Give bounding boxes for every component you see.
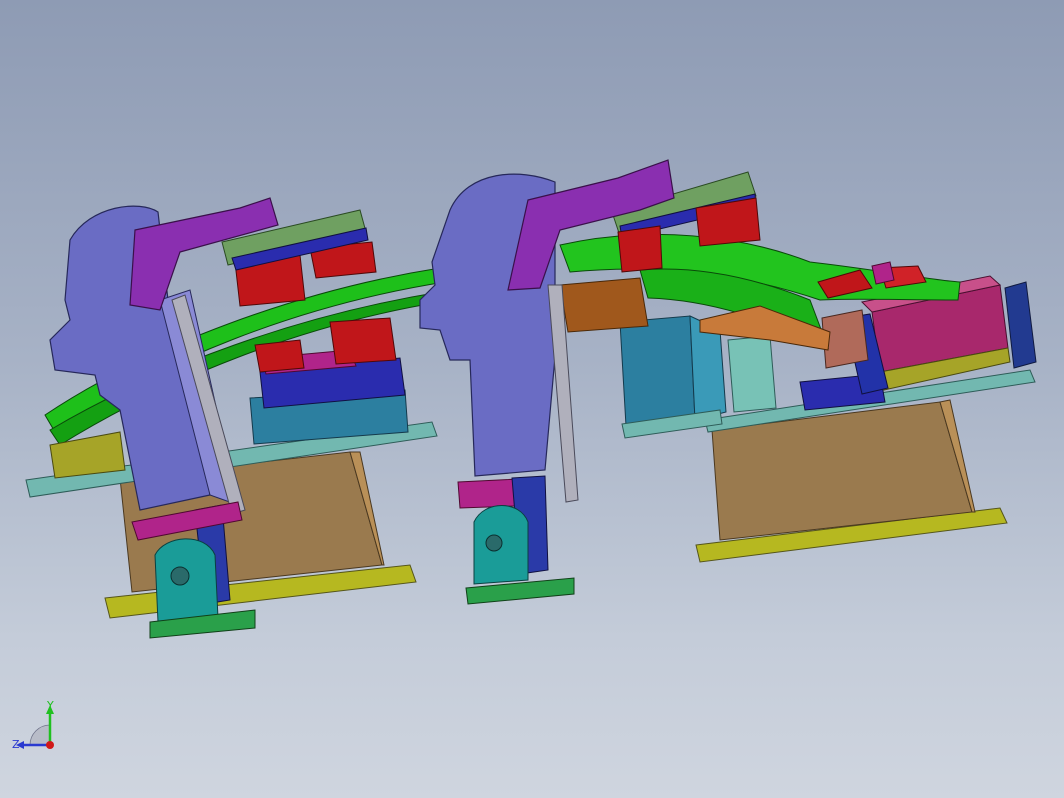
cad-viewport[interactable]: Y Z bbox=[0, 0, 1064, 798]
middle-red-clamp-1 bbox=[617, 225, 663, 273]
right-teal-block bbox=[619, 315, 696, 427]
triad-z-label: Z bbox=[12, 738, 20, 751]
middle-cylinder-hub bbox=[485, 534, 503, 552]
right-lightteal-block bbox=[727, 335, 777, 413]
rail-pink-pad bbox=[871, 261, 895, 285]
right-fixture-station[interactable] bbox=[619, 275, 1037, 563]
left-red-clamp-4 bbox=[329, 317, 397, 365]
left-cylinder-hub bbox=[170, 566, 190, 586]
rail-brown-guide bbox=[559, 277, 649, 333]
triad-y-label: Y bbox=[46, 699, 54, 712]
left-red-clamp-3 bbox=[254, 339, 305, 373]
coordinate-triad: Y Z bbox=[12, 699, 54, 751]
right-navy-end bbox=[1004, 281, 1037, 369]
